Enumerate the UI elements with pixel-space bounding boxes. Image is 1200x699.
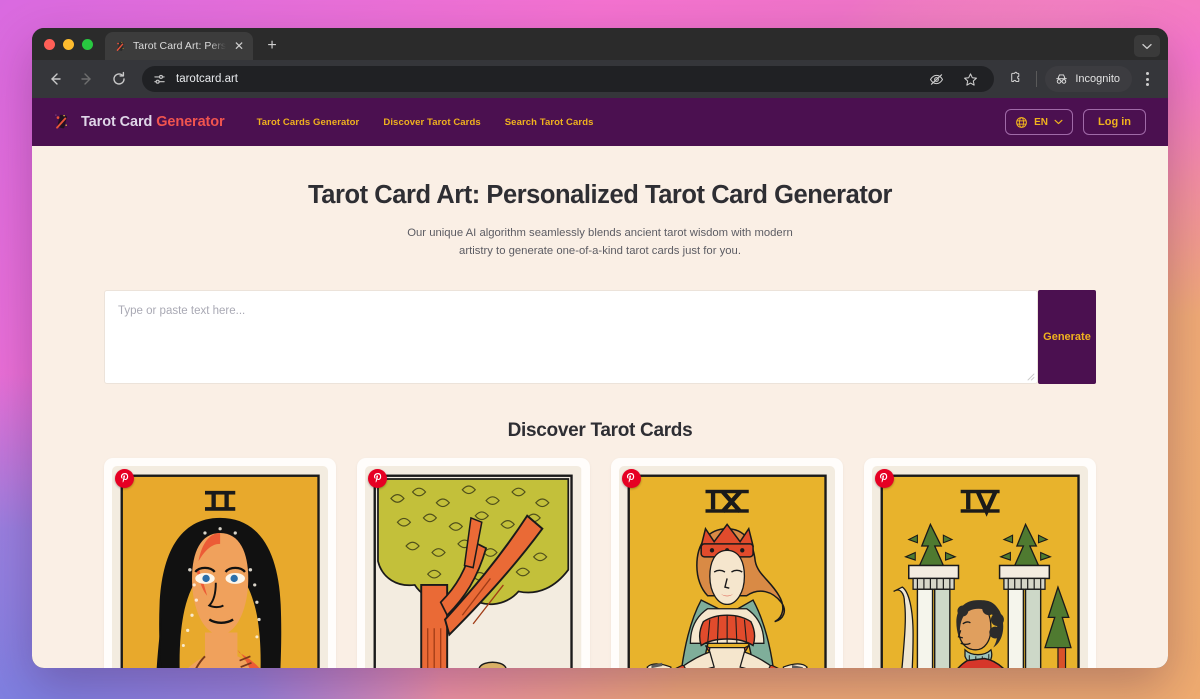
address-bar-url: tarotcard.art — [176, 73, 238, 85]
close-window-button[interactable] — [44, 38, 55, 50]
kebab-menu-icon[interactable] — [1136, 67, 1158, 91]
page-viewport: Tarot Card Generator Tarot Cards Generat… — [32, 98, 1168, 668]
incognito-indicator[interactable]: Incognito — [1045, 66, 1132, 92]
generate-button[interactable]: Generate — [1038, 289, 1096, 384]
login-button-label: Log in — [1098, 116, 1131, 128]
tarot-card-artwork — [365, 465, 582, 668]
header-actions: EN Log in — [1005, 109, 1146, 135]
address-bar[interactable]: tarotcard.art — [142, 66, 995, 92]
discover-heading: Discover Tarot Cards — [507, 419, 693, 441]
toolbar-actions: Incognito — [1004, 66, 1158, 92]
browser-toolbar: tarotcard.art Incognito — [32, 60, 1168, 98]
tarot-card-item[interactable]: IV — [863, 457, 1096, 668]
tarot-card-item[interactable]: II — [104, 457, 337, 668]
tune-sliders-icon[interactable] — [150, 70, 168, 88]
arrow-left-icon[interactable] — [42, 66, 68, 92]
puzzle-piece-icon[interactable] — [1004, 67, 1028, 91]
tarot-wand-favicon — [116, 41, 124, 51]
incognito-hat-icon — [1056, 73, 1068, 84]
chevron-down-icon — [1054, 119, 1063, 125]
language-code: EN — [1034, 116, 1048, 128]
plus-icon[interactable]: + — [263, 38, 281, 54]
tarot-card-item[interactable]: IX — [610, 457, 843, 668]
hero-subtitle-line2: artistry to generate one-of-a-kind tarot… — [459, 245, 741, 258]
pinterest-save-icon[interactable] — [874, 468, 894, 488]
language-selector[interactable]: EN — [1005, 109, 1073, 135]
pinterest-save-icon[interactable] — [115, 468, 134, 488]
close-icon[interactable]: ✕ — [232, 40, 246, 52]
site-header: Tarot Card Generator Tarot Cards Generat… — [32, 98, 1168, 146]
hero-subtitle: Our unique AI algorithm seamlessly blend… — [32, 224, 1168, 261]
eye-slash-icon[interactable] — [924, 67, 948, 91]
generator-form: Type or paste text here... Generate — [104, 289, 1096, 384]
prompt-textarea[interactable]: Type or paste text here... — [104, 289, 1038, 384]
tarot-wand-logo — [55, 114, 67, 129]
arrow-right-icon[interactable] — [74, 66, 100, 92]
prompt-placeholder: Type or paste text here... — [118, 304, 246, 317]
nav-item-search[interactable]: Search Tarot Cards — [505, 117, 594, 128]
toolbar-divider — [1036, 71, 1038, 87]
page-title: Tarot Card Art: Personalized Tarot Card … — [308, 181, 892, 209]
tarot-card-gallery: II — [32, 442, 1168, 668]
incognito-label: Incognito — [1075, 73, 1120, 85]
pinterest-save-icon[interactable] — [621, 468, 641, 488]
brand-name-part1: Tarot Card — [81, 114, 153, 130]
browser-tab-title: Tarot Card Art: Personalized T — [133, 40, 226, 52]
maximize-window-button[interactable] — [82, 38, 93, 50]
reload-icon[interactable] — [106, 66, 132, 92]
tarot-card-artwork — [618, 465, 835, 668]
browser-tab[interactable]: Tarot Card Art: Personalized T ✕ — [105, 32, 253, 60]
hero-subtitle-line1: Our unique AI algorithm seamlessly blend… — [407, 227, 793, 239]
tarot-card-artwork — [112, 465, 329, 668]
minimize-window-button[interactable] — [63, 38, 74, 50]
window-controls — [44, 28, 105, 60]
brand-name: Tarot Card Generator — [81, 114, 225, 130]
browser-window: Tarot Card Art: Personalized T ✕ + — [32, 28, 1168, 668]
tab-strip-actions — [1134, 35, 1168, 60]
nav-item-discover[interactable]: Discover Tarot Cards — [383, 117, 480, 128]
hero-section: Tarot Card Art: Personalized Tarot Card … — [32, 146, 1168, 261]
brand-logo-link[interactable]: Tarot Card Generator — [52, 112, 225, 132]
main-navigation: Tarot Cards Generator Discover Tarot Car… — [257, 117, 594, 128]
star-icon[interactable] — [958, 67, 982, 91]
brand-name-part2: Generator — [156, 114, 225, 130]
tarot-card-artwork — [871, 465, 1088, 668]
globe-icon — [1016, 116, 1027, 128]
resize-grip-icon[interactable] — [1025, 371, 1035, 381]
nav-item-generator[interactable]: Tarot Cards Generator — [257, 117, 360, 128]
login-button[interactable]: Log in — [1083, 109, 1146, 135]
generate-button-label: Generate — [1043, 330, 1091, 343]
browser-tab-strip: Tarot Card Art: Personalized T ✕ + — [32, 28, 1168, 60]
chevron-down-icon[interactable] — [1134, 35, 1160, 57]
pinterest-save-icon[interactable] — [368, 468, 388, 488]
tarot-card-item[interactable] — [357, 457, 590, 668]
